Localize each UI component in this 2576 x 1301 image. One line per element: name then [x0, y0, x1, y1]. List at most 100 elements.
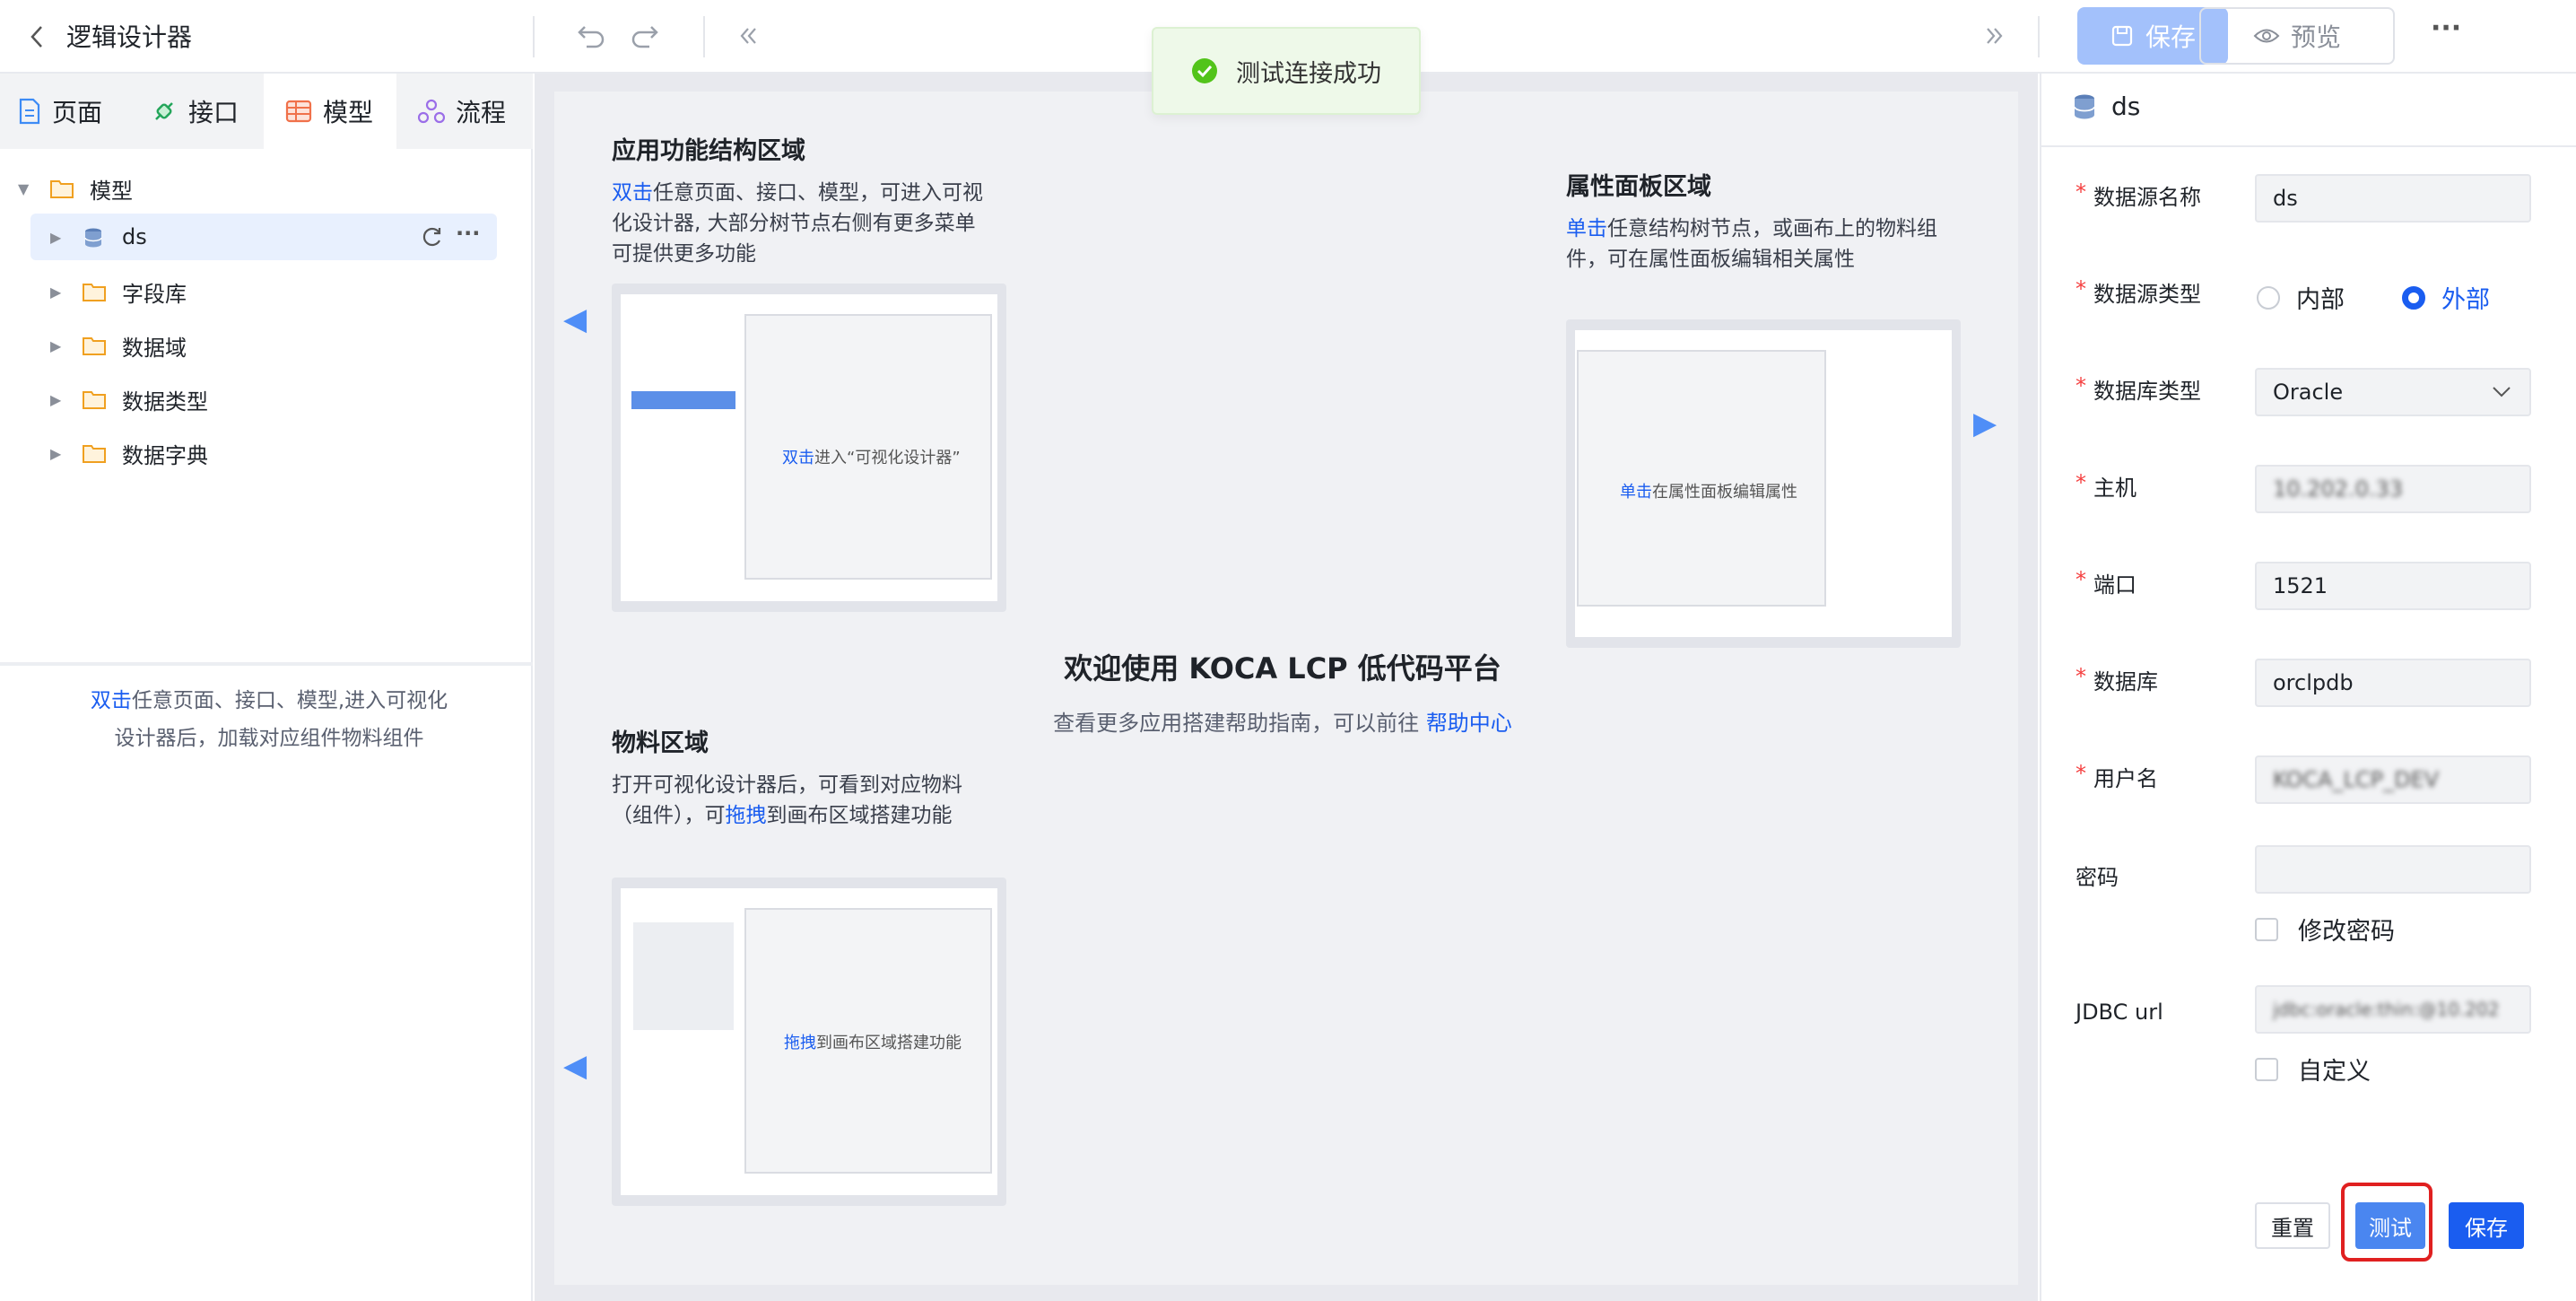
undo-icon[interactable]: [576, 20, 608, 52]
caret-right-icon[interactable]: ▶: [50, 284, 70, 301]
jdbc-value: jdbc:oracle:thin:@10.202: [2273, 999, 2500, 1020]
tree-item[interactable]: ▶ 数据域: [50, 322, 187, 369]
save-icon: [2110, 23, 2135, 48]
field-label: * 数据库类型: [2076, 373, 2201, 404]
jdbc-url-input[interactable]: jdbc:oracle:thin:@10.202: [2255, 985, 2531, 1034]
tab-page-label: 页面: [52, 98, 103, 127]
radio-internal[interactable]: 内部: [2257, 280, 2345, 315]
field-label: 密码: [2076, 865, 2119, 890]
tree-item-label: 数据字典: [122, 442, 208, 468]
field-label: JDBC url: [2076, 1000, 2163, 1025]
preview-label: 预览: [2290, 22, 2341, 52]
left-tabs: 页面 接口 模型 流程: [0, 74, 533, 149]
tree-item-label: ds: [122, 224, 147, 249]
collapse-right-icon[interactable]: [1982, 23, 2007, 48]
help-center-link[interactable]: 帮助中心: [1426, 711, 1512, 736]
tree-item[interactable]: ▶ 数据字典: [50, 430, 208, 476]
form-save-button[interactable]: 保存: [2449, 1202, 2524, 1249]
flow-icon: [418, 99, 445, 124]
field-label: * 数据库: [2076, 664, 2158, 694]
caret-right-icon[interactable]: ▶: [50, 229, 70, 246]
tab-flow[interactable]: 流程: [396, 74, 533, 149]
mock-text: 到画布区域搭建功能: [816, 1034, 962, 1052]
db-type-select[interactable]: Oracle: [2255, 368, 2531, 416]
host-input[interactable]: 10.202.0.33: [2255, 465, 2531, 513]
custom-checkbox[interactable]: 自定义: [2255, 1052, 2371, 1087]
hint-text: 任意页面、接口、模型,进入可视化: [131, 689, 448, 712]
tree-item-label: 数据类型: [122, 389, 208, 415]
struct-text-line: 化设计器, 大部分树节点右侧有更多菜单: [612, 212, 976, 235]
radio-label: 外部: [2441, 286, 2490, 314]
material-title: 物料区域: [612, 729, 709, 757]
tree-root[interactable]: ▼ 模型: [18, 165, 133, 212]
username-value: KOCA_LCP_DEV: [2273, 767, 2440, 792]
material-hint: 双击任意页面、接口、模型,进入可视化 设计器后，加载对应组件物料组件: [36, 682, 502, 757]
tree-item[interactable]: ▶ 字段库: [50, 268, 187, 315]
refresh-icon[interactable]: [420, 224, 445, 249]
radio-external[interactable]: 外部: [2402, 280, 2490, 315]
caret-right-icon[interactable]: ▶: [50, 337, 70, 354]
welcome-subtitle: 查看更多应用搭建帮助指南，可以前往 帮助中心: [897, 705, 1668, 737]
folder-icon: [83, 443, 106, 463]
field-label: * 主机: [2076, 470, 2137, 501]
port-input[interactable]: 1521: [2255, 562, 2531, 610]
tree-item[interactable]: ▶ 数据类型: [50, 376, 208, 423]
hint-link: 双击: [90, 689, 132, 712]
prop-text-line: 件，可在属性面板编辑相关属性: [1566, 248, 1855, 271]
toast-text: 测试连接成功: [1236, 59, 1381, 88]
tab-api-label: 接口: [188, 98, 239, 127]
material-text-line: 打开可视化设计器后，可看到对应物料: [612, 773, 962, 797]
tree-root-label: 模型: [90, 178, 133, 204]
divider: [2038, 16, 2040, 57]
preview-button[interactable]: 预览: [2199, 7, 2395, 65]
radio-label: 内部: [2296, 286, 2345, 314]
radio-circle[interactable]: [2257, 285, 2280, 310]
caret-right-icon[interactable]: ▶: [50, 391, 70, 408]
save-label: 保存: [2145, 22, 2196, 52]
folder-icon: [83, 282, 106, 301]
username-input[interactable]: KOCA_LCP_DEV: [2255, 755, 2531, 804]
select-value: Oracle: [2273, 380, 2344, 405]
radio-circle-selected[interactable]: [2402, 285, 2425, 310]
datasource-name-input[interactable]: ds: [2255, 174, 2531, 223]
struct-title: 应用功能结构区域: [612, 137, 805, 165]
more-icon[interactable]: ···: [456, 221, 480, 246]
back-chevron-icon[interactable]: [27, 22, 48, 52]
tree-item-label: 字段库: [122, 281, 187, 307]
struct-illustration: 双击进入“可视化设计器”: [612, 284, 1006, 612]
header-divider: [2040, 145, 2576, 147]
material-link: 拖拽: [725, 804, 767, 827]
tab-api[interactable]: 接口: [131, 74, 264, 149]
divider: [703, 16, 705, 57]
mock-link: 拖拽: [784, 1034, 816, 1052]
prop-illustration: 单击在属性面板编辑属性: [1566, 319, 1961, 648]
password-input[interactable]: [2255, 845, 2531, 894]
tab-page[interactable]: 页面: [0, 74, 131, 149]
tab-model[interactable]: 模型: [264, 74, 396, 149]
caret-down-icon[interactable]: ▼: [18, 180, 38, 197]
app-window: 逻辑设计器 保存 预览 ··· 页面 接口 模型 流程 ▼ 模型 ▶ ds ··…: [0, 0, 2576, 1301]
prop-title: 属性面板区域: [1566, 173, 1711, 201]
tree-item-ds-row[interactable]: ▶ ds: [50, 214, 147, 260]
more-menu-icon[interactable]: ···: [2431, 13, 2461, 44]
eye-icon: [2253, 26, 2280, 46]
struct-text: 双击任意页面、接口、模型，可进入可视 化设计器, 大部分树节点右侧有更多菜单 可…: [612, 178, 1006, 269]
checkbox-box[interactable]: [2255, 917, 2278, 941]
reset-button[interactable]: 重置: [2255, 1202, 2330, 1249]
redo-icon[interactable]: [628, 20, 660, 52]
material-text-line: （组件），可: [612, 804, 726, 827]
prop-text-line: 任意结构树节点，或画布上的物料组: [1607, 217, 1937, 240]
mock-link: 单击: [1620, 483, 1652, 502]
model-icon: [285, 100, 312, 123]
caret-right-icon[interactable]: ▶: [50, 445, 70, 462]
arrow-right-icon: ▶: [1973, 406, 1997, 441]
collapse-left-icon[interactable]: [735, 23, 761, 48]
mock-text: 进入“可视化设计器”: [814, 449, 961, 467]
change-password-checkbox[interactable]: 修改密码: [2255, 912, 2395, 947]
database-input[interactable]: orclpdb: [2255, 659, 2531, 707]
field-label: * 端口: [2076, 567, 2137, 598]
host-value: 10.202.0.33: [2273, 476, 2404, 502]
test-button[interactable]: 测试: [2355, 1202, 2425, 1249]
panel-header: ds: [2072, 92, 2140, 121]
checkbox-box[interactable]: [2255, 1057, 2278, 1081]
